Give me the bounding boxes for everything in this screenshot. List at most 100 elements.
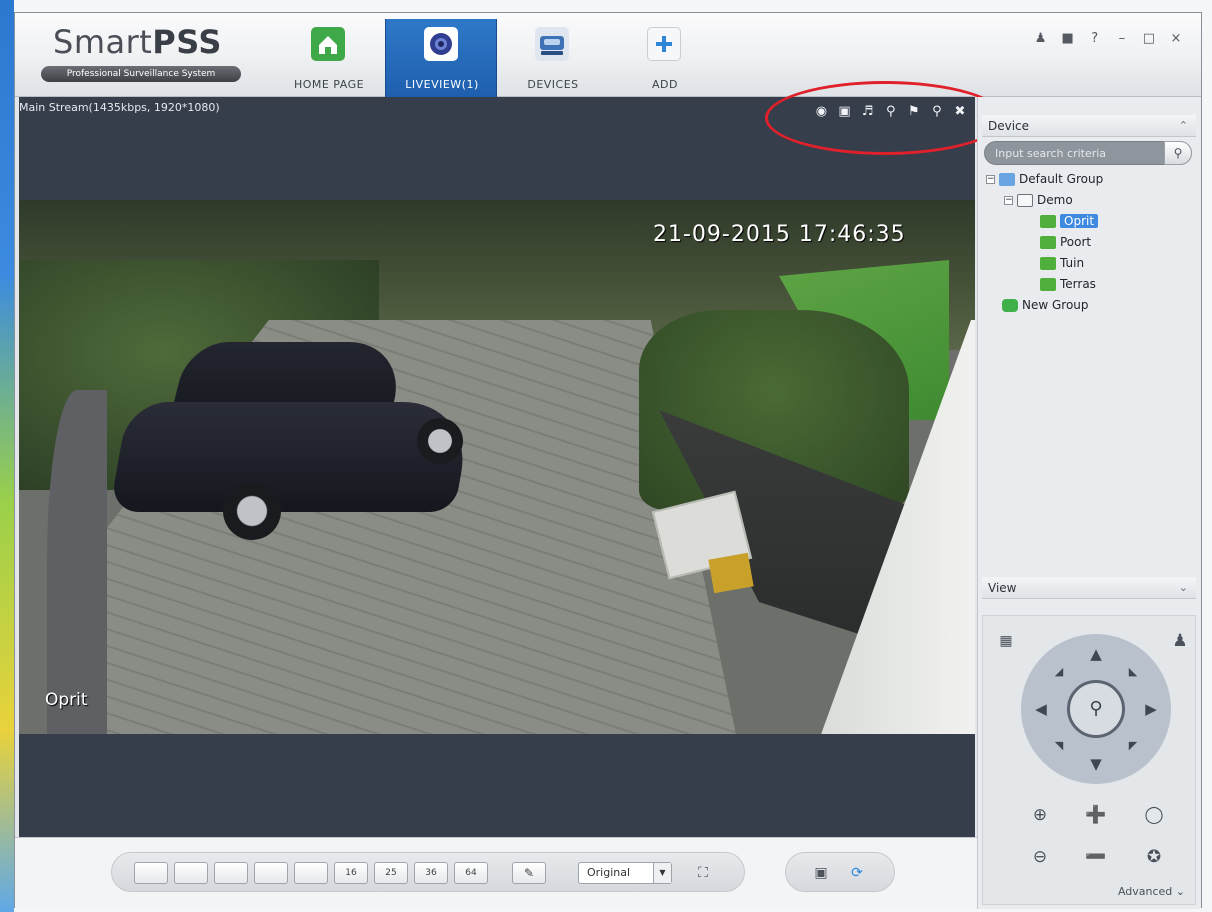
advanced-button[interactable]: Advanced ⌄ (1118, 885, 1185, 898)
stream-select-value: Original (587, 866, 631, 879)
view-section-header[interactable]: View ⌄ (982, 577, 1196, 599)
osd-timestamp: 21-09-2015 17:46:35 (653, 222, 906, 247)
tree-item-oprit[interactable]: Oprit (986, 211, 1196, 232)
tree-item-new-group[interactable]: New Group (986, 295, 1196, 316)
tree-item-poort[interactable]: Poort (986, 232, 1196, 253)
close-button[interactable]: × (1165, 31, 1187, 47)
focus-far-icon[interactable]: ➖ (1083, 844, 1109, 870)
arrow-left-icon[interactable]: ◀ (1031, 699, 1051, 719)
arrow-down-icon[interactable]: ▼ (1086, 754, 1106, 774)
camera-icon (1040, 257, 1056, 270)
dvr-icon (535, 27, 569, 61)
desktop-edge (0, 0, 14, 912)
arrow-up-left-icon[interactable]: ◢ (1049, 662, 1069, 682)
ptz-control: ▦ ♟ ▲ ▼ ◀ ▶ ◢ ◣ ◥ ◤ ⚲ ⊕ ➕ ◯ ⊖ ➖ ✪ Advanc… (982, 615, 1196, 905)
tree-item-label: New Group (1022, 298, 1089, 312)
tree-item-demo[interactable]: − Demo (986, 190, 1196, 211)
arrow-right-icon[interactable]: ▶ (1141, 699, 1161, 719)
arrow-down-right-icon[interactable]: ◤ (1123, 736, 1143, 756)
collapse-toggle[interactable]: − (1004, 196, 1013, 205)
device-search: ⚲ (984, 141, 1192, 165)
tab-home-page-label: HOME PAGE (293, 78, 365, 91)
layout-36-button[interactable]: 36 (414, 862, 448, 884)
car (109, 342, 474, 542)
tree-item-label: Terras (1060, 277, 1096, 291)
refresh-icon[interactable]: ⟳ (844, 862, 870, 884)
arrow-down-left-icon[interactable]: ◥ (1049, 736, 1069, 756)
preset-grid-icon[interactable]: ▦ (993, 628, 1019, 654)
smartpss-window: SmartPSS Professional Surveillance Syste… (14, 12, 1202, 909)
tree-item-terras[interactable]: Terras (986, 274, 1196, 295)
osd-channel-name: Oprit (45, 690, 88, 710)
layout-16-button[interactable]: 16 (334, 862, 368, 884)
new-group-icon (1002, 299, 1018, 312)
chevron-down-icon: ▼ (653, 863, 671, 883)
stream-select[interactable]: Original ▼ (578, 862, 672, 884)
layout-6-button[interactable] (214, 862, 248, 884)
fullscreen-icon[interactable]: ⛶ (690, 862, 716, 884)
user-icon[interactable]: ♟ (1167, 628, 1193, 654)
lock-icon[interactable]: ■ (1057, 31, 1079, 47)
layout-9-button[interactable] (294, 862, 328, 884)
tab-add[interactable]: ADD (609, 19, 721, 97)
tab-liveview[interactable]: LIVEVIEW(1) (385, 19, 497, 97)
zoom-area-icon: ⚲ (1089, 698, 1103, 719)
tree-item-label: Tuin (1060, 256, 1085, 270)
search-input[interactable] (995, 145, 1159, 161)
collapse-toggle[interactable]: − (986, 175, 995, 184)
layout-1-button[interactable] (134, 862, 168, 884)
camera-video[interactable]: 21-09-2015 17:46:35 Oprit (19, 200, 975, 734)
camera-lens-icon (424, 27, 458, 61)
layout-toolbar: 16 25 36 64 ✎ Original ▼ ⛶ (111, 852, 745, 892)
zoom-in-icon[interactable]: ⊕ (1027, 802, 1053, 828)
pen-icon[interactable]: ✎ (512, 862, 546, 884)
view-section-title: View (988, 581, 1017, 595)
layout-4-button[interactable] (174, 862, 208, 884)
save-icon[interactable]: ▣ (808, 862, 834, 884)
tab-add-label: ADD (652, 78, 678, 91)
chevron-up-icon: ⌃ (1178, 119, 1188, 132)
layout-8-button[interactable] (254, 862, 288, 884)
device-section-title: Device (988, 119, 1030, 133)
minimize-button[interactable]: – (1111, 31, 1133, 47)
save-toolbar: ▣ ⟳ (785, 852, 895, 892)
arrow-up-right-icon[interactable]: ◣ (1123, 662, 1143, 682)
tab-devices-label: DEVICES (527, 78, 579, 91)
device-tree: − Default Group − Demo Oprit Poort Tuin Te… (986, 169, 1196, 316)
maximize-button[interactable]: □ (1138, 31, 1160, 47)
liveview-panel: Main Stream(1435kbps, 1920*1080) ◉ ▣ ♬ ⚲… (19, 81, 1005, 837)
top-bar: SmartPSS Professional Surveillance Syste… (15, 13, 1201, 97)
right-panel: Device ⌃ ⚲ − Default Group − Demo Oprit Po… (977, 97, 1201, 909)
iris-open-icon[interactable]: ◯ (1141, 802, 1167, 828)
app-logo: SmartPSS Professional Surveillance Syste… (41, 23, 241, 83)
tab-home-page[interactable]: HOME PAGE (273, 19, 385, 97)
tree-item-label: Poort (1060, 235, 1092, 249)
window-controls: ♟ ■ ? – □ × (1030, 27, 1187, 46)
device-icon (1017, 194, 1033, 207)
tree-item-label: Oprit (1060, 214, 1099, 228)
tree-item-label: Default Group (1019, 172, 1104, 186)
tree-item-default-group[interactable]: − Default Group (986, 169, 1196, 190)
layout-25-button[interactable]: 25 (374, 862, 408, 884)
help-button[interactable]: ? (1084, 31, 1106, 47)
arrow-up-icon[interactable]: ▲ (1086, 644, 1106, 664)
ptz-center[interactable]: ⚲ (1067, 680, 1125, 738)
folder-icon (999, 173, 1015, 186)
ptz-direction-pad[interactable]: ▲ ▼ ◀ ▶ ◢ ◣ ◥ ◤ ⚲ (1021, 634, 1171, 784)
bottom-toolbar: 16 25 36 64 ✎ Original ▼ ⛶ ▣ ⟳ (15, 837, 977, 909)
tab-devices[interactable]: DEVICES (497, 19, 609, 97)
logo-bold: PSS (152, 23, 222, 61)
plus-icon (647, 27, 681, 61)
search-icon[interactable]: ⚲ (1164, 141, 1192, 165)
house-icon (311, 27, 345, 61)
chevron-down-icon: ⌄ (1178, 581, 1188, 594)
iris-close-icon[interactable]: ✪ (1141, 844, 1167, 870)
zoom-out-icon[interactable]: ⊖ (1027, 844, 1053, 870)
user-icon[interactable]: ♟ (1030, 31, 1052, 47)
tree-item-label: Demo (1037, 193, 1073, 207)
device-section-header[interactable]: Device ⌃ (982, 115, 1196, 137)
tree-item-tuin[interactable]: Tuin (986, 253, 1196, 274)
camera-icon (1040, 236, 1056, 249)
layout-64-button[interactable]: 64 (454, 862, 488, 884)
focus-near-icon[interactable]: ➕ (1083, 802, 1109, 828)
